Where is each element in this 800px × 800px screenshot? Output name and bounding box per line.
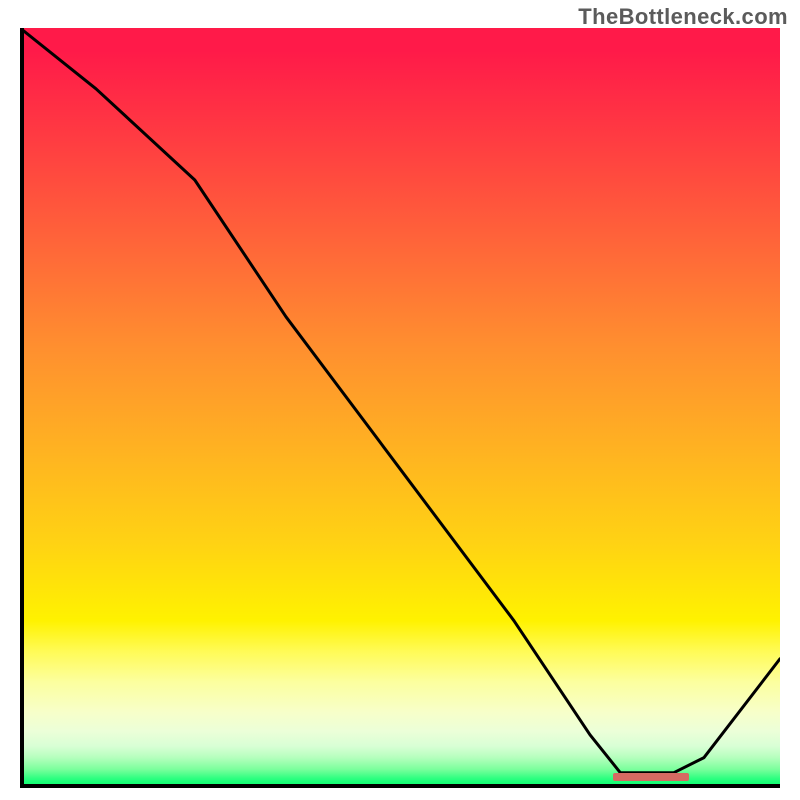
- curve-layer: [20, 28, 780, 788]
- bottleneck-curve: [20, 28, 780, 773]
- attribution-text: TheBottleneck.com: [578, 4, 788, 30]
- chart-root: TheBottleneck.com: [0, 0, 800, 800]
- optimum-marker: [613, 773, 689, 781]
- plot-area: [20, 28, 780, 788]
